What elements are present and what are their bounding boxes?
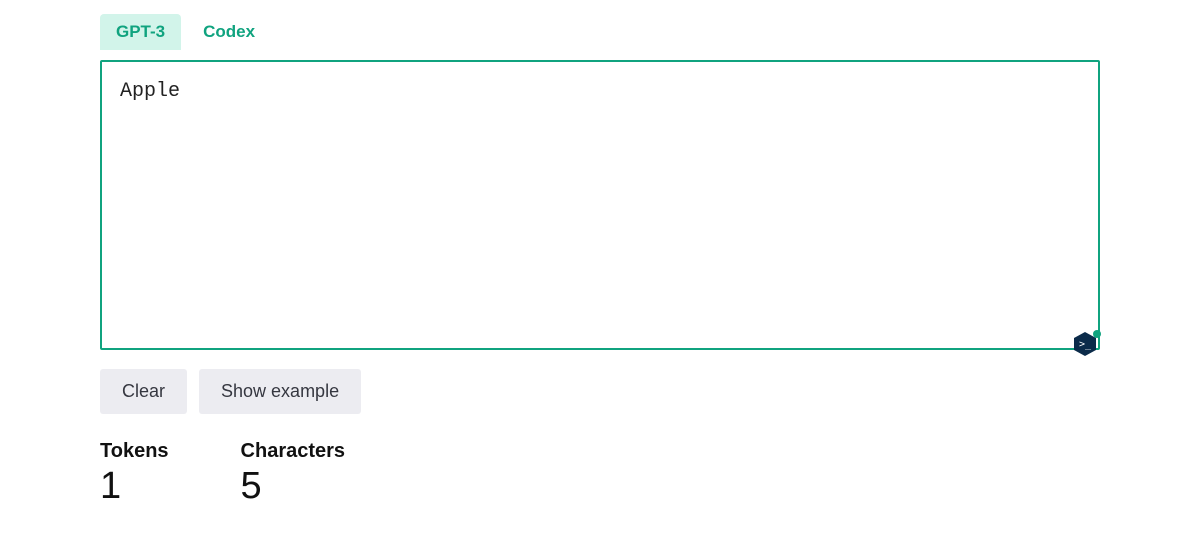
input-container: >_: [100, 60, 1100, 355]
show-example-button[interactable]: Show example: [199, 369, 361, 414]
svg-text:>_: >_: [1079, 339, 1092, 350]
tokens-stat: Tokens 1: [100, 440, 169, 505]
tokens-value: 1: [100, 467, 169, 505]
stats-row: Tokens 1 Characters 5: [100, 440, 1100, 505]
action-buttons: Clear Show example: [100, 369, 1100, 414]
model-tabs: GPT-3 Codex: [100, 14, 1100, 50]
tab-gpt3[interactable]: GPT-3: [100, 14, 181, 50]
assistant-icon[interactable]: >_: [1068, 327, 1102, 361]
characters-value: 5: [241, 467, 346, 505]
characters-stat: Characters 5: [241, 440, 346, 505]
tab-codex[interactable]: Codex: [187, 14, 271, 50]
clear-button[interactable]: Clear: [100, 369, 187, 414]
tokenizer-input[interactable]: [100, 60, 1100, 350]
tokens-label: Tokens: [100, 440, 169, 463]
characters-label: Characters: [241, 440, 346, 463]
